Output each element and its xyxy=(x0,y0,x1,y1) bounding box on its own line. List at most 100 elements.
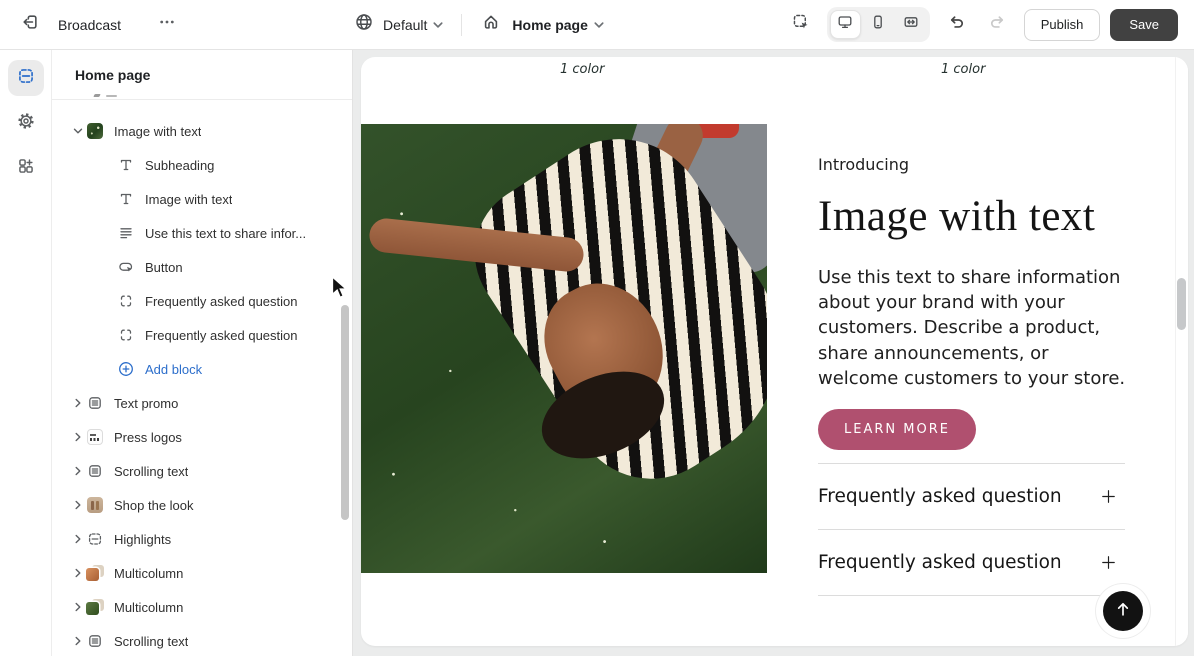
chevron-right-icon[interactable] xyxy=(70,463,86,479)
tree-item-label: Button xyxy=(145,260,183,275)
plus-icon xyxy=(1100,488,1117,505)
fullwidth-preview-button[interactable] xyxy=(896,10,927,39)
page-label[interactable]: Home page xyxy=(512,17,587,33)
tree-item-press-logos[interactable]: Press logos xyxy=(52,420,352,454)
theme-settings-button[interactable] xyxy=(8,105,44,141)
three-dots-icon xyxy=(159,14,175,35)
tree-item-subheading[interactable]: Subheading xyxy=(52,148,352,182)
locale-label[interactable]: Default xyxy=(383,17,427,33)
section-body-text: Use this text to share information about… xyxy=(818,265,1128,391)
device-preview-switcher xyxy=(827,7,930,42)
tree-item-multicolumn[interactable]: Multicolumn xyxy=(52,556,352,590)
chevron-down-icon[interactable] xyxy=(70,123,86,139)
text-icon xyxy=(117,157,135,173)
theme-options-button[interactable] xyxy=(151,9,183,41)
color-count-badge: 1 color xyxy=(941,62,985,77)
tree-item-button[interactable]: Button xyxy=(52,250,352,284)
globe-icon xyxy=(355,13,373,36)
learn-more-button[interactable]: LEARN MORE xyxy=(818,409,976,450)
button-icon xyxy=(117,259,135,275)
tree-item-label: Multicolumn xyxy=(114,566,183,581)
faq-item-label: Frequently asked question xyxy=(818,552,1062,573)
undo-button[interactable] xyxy=(940,9,972,41)
app-embeds-button[interactable] xyxy=(8,150,44,186)
chevron-right-icon[interactable] xyxy=(70,633,86,649)
tree-item-label: Shop the look xyxy=(114,498,194,513)
faq-item[interactable]: Frequently asked question xyxy=(818,464,1125,530)
theme-editor: Broadcast Default xyxy=(0,0,1194,656)
desktop-preview-button[interactable] xyxy=(830,10,861,39)
top-bar-center: Default Home page xyxy=(351,9,606,41)
thumb-multi-green-icon xyxy=(86,599,104,615)
tree-item-label: Frequently asked question xyxy=(145,328,297,343)
color-count-badge: 1 color xyxy=(560,62,604,77)
redo-button[interactable] xyxy=(982,9,1014,41)
mobile-icon xyxy=(870,14,886,35)
top-bar-right: Publish Save xyxy=(785,7,1178,42)
chevron-right-icon[interactable] xyxy=(70,497,86,513)
section-heading: Image with text xyxy=(818,192,1128,241)
section-tree: Image with text Subheading Image with te… xyxy=(52,101,352,656)
chevron-right-icon[interactable] xyxy=(70,429,86,445)
top-bar-left: Broadcast xyxy=(14,9,183,41)
chevron-down-icon xyxy=(431,18,445,32)
chevron-right-icon[interactable] xyxy=(70,531,86,547)
tree-item-add-block[interactable]: Add block xyxy=(52,352,352,386)
sections-sidebar: Home page Image with text Subheading Ima… xyxy=(52,50,353,656)
scroll-to-top-button[interactable] xyxy=(1103,591,1143,631)
mobile-preview-button[interactable] xyxy=(863,10,894,39)
doc-icon xyxy=(86,633,104,649)
tree-item-label: Press logos xyxy=(114,430,182,445)
exit-icon xyxy=(21,13,39,36)
brackets-icon xyxy=(117,293,135,309)
chevron-right-icon[interactable] xyxy=(70,395,86,411)
home-icon xyxy=(482,13,500,36)
tree-item-frequently-asked-question[interactable]: Frequently asked question xyxy=(52,318,352,352)
undo-icon xyxy=(947,13,965,36)
chevron-right-icon[interactable] xyxy=(70,565,86,581)
tree-item-scrolling-text[interactable]: Scrolling text xyxy=(52,454,352,488)
faq-item[interactable]: Frequently asked question xyxy=(818,530,1125,596)
tree-item-label: Frequently asked question xyxy=(145,294,297,309)
thumb-multi-orange-icon xyxy=(86,565,104,581)
preview-scrollbar[interactable] xyxy=(1177,278,1186,330)
tree-item-image-with-text[interactable]: Image with text xyxy=(52,114,352,148)
editor-rail xyxy=(0,50,52,656)
tree-item-label: Scrolling text xyxy=(114,634,188,649)
publish-button[interactable]: Publish xyxy=(1024,9,1101,41)
tree-item-multicolumn[interactable]: Multicolumn xyxy=(52,590,352,624)
sections-panel-button[interactable] xyxy=(8,60,44,96)
tree-item-frequently-asked-question[interactable]: Frequently asked question xyxy=(52,284,352,318)
tree-item-highlights[interactable]: Highlights xyxy=(52,522,352,556)
exit-editor-button[interactable] xyxy=(14,9,46,41)
tree-item-use-this-text-to-share-infor[interactable]: Use this text to share infor... xyxy=(52,216,352,250)
faq-accordion: Frequently asked question Frequently ask… xyxy=(818,463,1125,596)
doc-icon xyxy=(86,463,104,479)
thumb-shop-icon xyxy=(86,497,104,513)
locale-selector[interactable] xyxy=(351,9,377,41)
doc-icon xyxy=(86,395,104,411)
plus-circle-icon xyxy=(117,361,135,377)
tree-item-scrolling-text[interactable]: Scrolling text xyxy=(52,624,352,656)
paragraph-icon xyxy=(117,225,135,241)
plus-icon xyxy=(1100,554,1117,571)
image-with-text-photo[interactable] xyxy=(361,124,767,573)
chevron-down-icon xyxy=(592,18,606,32)
tree-item-image-with-text[interactable]: Image with text xyxy=(52,182,352,216)
save-button[interactable]: Save xyxy=(1110,9,1178,41)
sections-icon xyxy=(17,67,35,90)
section-subheading: Introducing xyxy=(818,155,1128,174)
tree-item-text-promo[interactable]: Text promo xyxy=(52,386,352,420)
tree-item-label: Add block xyxy=(145,362,202,377)
top-bar: Broadcast Default xyxy=(0,0,1194,50)
page-selector[interactable] xyxy=(478,9,504,41)
preview-scrollbar-track xyxy=(1175,57,1188,646)
thumb-press-icon xyxy=(86,429,104,445)
tree-item-label: Highlights xyxy=(114,532,171,547)
tree-item-shop-the-look[interactable]: Shop the look xyxy=(52,488,352,522)
inspector-tool-button[interactable] xyxy=(785,9,817,41)
sidebar-scrollbar[interactable] xyxy=(341,305,349,520)
theme-name: Broadcast xyxy=(58,17,121,33)
chevron-right-icon[interactable] xyxy=(70,599,86,615)
text-icon xyxy=(117,191,135,207)
